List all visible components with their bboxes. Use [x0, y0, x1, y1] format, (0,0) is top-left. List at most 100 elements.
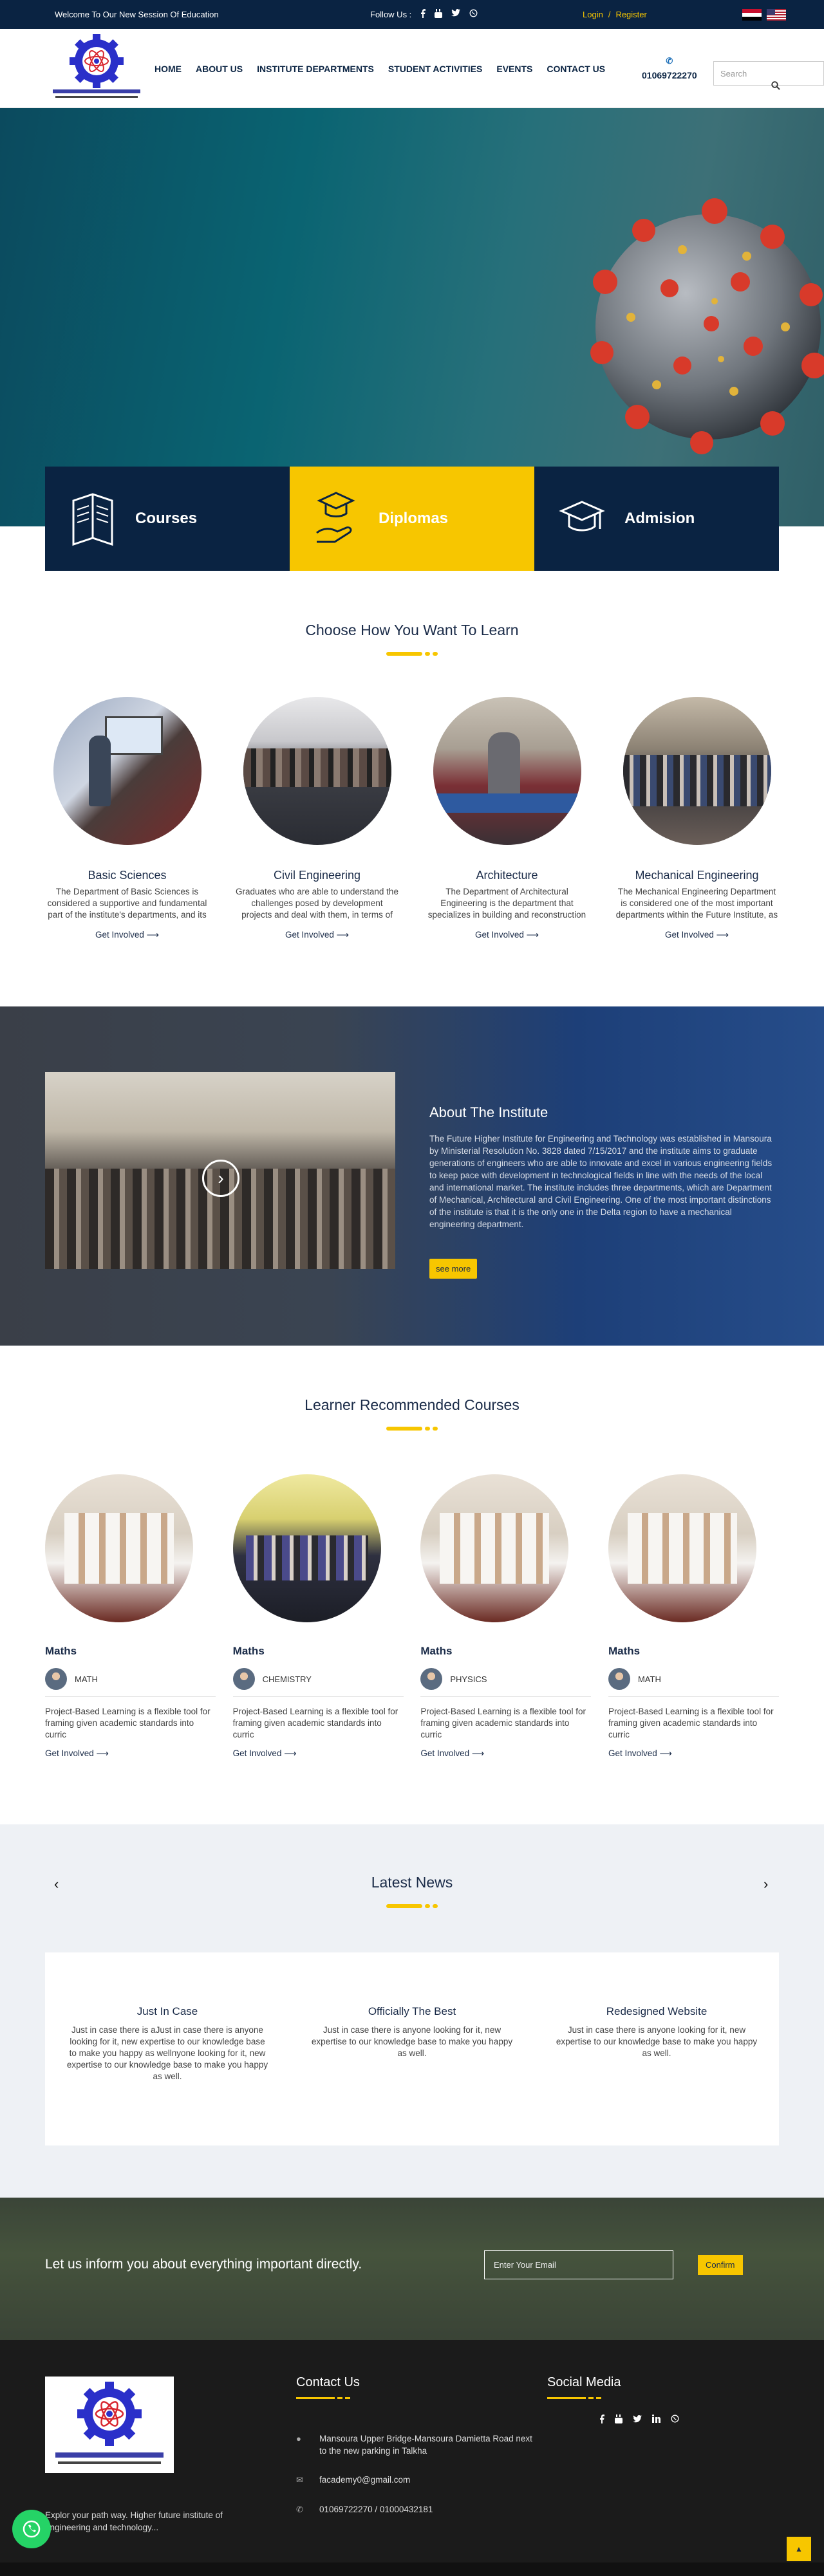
- nav-home[interactable]: HOME: [154, 64, 182, 74]
- youtube-icon[interactable]: [615, 2414, 623, 2425]
- course-card: Maths CHEMISTRY Project-Based Learning i…: [232, 1474, 404, 1759]
- feature-diplomas[interactable]: Diplomas: [290, 467, 534, 571]
- search-input[interactable]: Search: [713, 61, 824, 86]
- teacher-subject: PHYSICS: [450, 1674, 487, 1684]
- confirm-button[interactable]: Confirm: [698, 2255, 743, 2275]
- get-involved-link[interactable]: Get Involved ⟶: [608, 1748, 672, 1759]
- login-link[interactable]: Login: [583, 10, 603, 19]
- nav-student-activities[interactable]: STUDENT ACTIVITIES: [388, 64, 483, 74]
- search-icon[interactable]: [771, 81, 780, 92]
- teacher-subject: CHEMISTRY: [262, 1674, 312, 1684]
- feature-boxes: Courses Diplomas Admision: [45, 467, 779, 571]
- whatsapp-chat-button[interactable]: [12, 2510, 51, 2548]
- about-video[interactable]: ›: [45, 1072, 395, 1269]
- department-photo: [623, 697, 771, 845]
- whatsapp-icon[interactable]: [671, 2414, 679, 2425]
- auth-separator: /: [608, 10, 611, 19]
- department-card: Civil Engineering Graduates who are able…: [235, 697, 399, 941]
- header-phone-number: 01069722270: [642, 70, 697, 80]
- facebook-icon[interactable]: [599, 2414, 604, 2425]
- email-text: facademy0@gmail.com: [319, 2475, 411, 2485]
- top-bar: Welcome To Our New Session Of Education …: [0, 0, 824, 29]
- institute-logo[interactable]: [45, 33, 148, 104]
- site-header: HOME ABOUT US INSTITUTE DEPARTMENTS STUD…: [0, 29, 824, 108]
- news-title: Latest News: [371, 1874, 453, 1891]
- department-desc: The Department of Basic Sciences is cons…: [47, 887, 207, 920]
- avatar: [608, 1668, 630, 1690]
- play-button[interactable]: ›: [202, 1160, 239, 1197]
- course-photo: [420, 1474, 569, 1622]
- contact-phone[interactable]: ✆ 01069722270 / 01000432181: [296, 2503, 433, 2516]
- register-link[interactable]: Register: [615, 10, 646, 19]
- courses-title: Learner Recommended Courses: [304, 1396, 520, 1413]
- news-item[interactable]: Redesigned Website Just in case there is…: [534, 1952, 779, 2145]
- get-involved-link[interactable]: Get Involved ⟶: [45, 1748, 109, 1759]
- department-desc: The Mechanical Engineering Department is…: [615, 887, 778, 920]
- nav-institute-departments[interactable]: INSTITUTE DEPARTMENTS: [257, 64, 374, 74]
- contact-email[interactable]: ✉ facademy0@gmail.com: [296, 2474, 410, 2486]
- email-field[interactable]: Enter Your Email: [484, 2250, 673, 2279]
- subscribe-message: Let us inform you about everything impor…: [45, 2257, 362, 2272]
- see-more-button[interactable]: see more: [429, 1259, 478, 1279]
- header-phone[interactable]: ✆ 01069722270: [642, 56, 697, 80]
- phone-icon: ✆: [296, 2505, 303, 2514]
- graduation-cap-icon: [559, 501, 605, 532]
- avatar: [45, 1668, 67, 1690]
- phone-text: 01069722270 / 01000432181: [319, 2505, 433, 2514]
- footer-logo[interactable]: [45, 2377, 174, 2473]
- follow-label: Follow Us :: [370, 10, 412, 19]
- feature-admision[interactable]: Admision: [534, 467, 779, 571]
- news-item[interactable]: Officially The Best Just in case there i…: [290, 1952, 534, 2145]
- linkedin-icon[interactable]: [652, 2414, 660, 2425]
- department-desc: The Department of Architectural Engineer…: [427, 887, 586, 920]
- whatsapp-icon[interactable]: [469, 9, 478, 20]
- location-icon: ●: [296, 2434, 301, 2443]
- get-involved-link[interactable]: Get Involved ⟶: [475, 930, 539, 940]
- social-title: Social Media: [547, 2375, 621, 2389]
- course-photo: [608, 1474, 756, 1622]
- nav-contact-us[interactable]: CONTACT US: [547, 64, 605, 74]
- auth-links: Login / Register: [583, 10, 647, 19]
- get-involved-link[interactable]: Get Involved ⟶: [285, 930, 349, 940]
- course-desc: Project-Based Learning is a flexible too…: [45, 1707, 211, 1739]
- twitter-icon[interactable]: [451, 9, 461, 20]
- subscribe-section: Let us inform you about everything impor…: [0, 2198, 824, 2340]
- main-nav: HOME ABOUT US INSTITUTE DEPARTMENTS STUD…: [154, 29, 605, 108]
- phone-icon: ✆: [666, 56, 673, 66]
- get-involved-link[interactable]: Get Involved ⟶: [420, 1748, 484, 1759]
- about-title: About The Institute: [429, 1104, 548, 1120]
- department-name: Mechanical Engineering: [635, 869, 759, 882]
- chevron-right-icon[interactable]: ›: [763, 1876, 768, 1893]
- egypt-flag-icon[interactable]: [742, 8, 762, 21]
- department-photo: [53, 697, 201, 845]
- youtube-icon[interactable]: [435, 9, 443, 20]
- courses-section: Learner Recommended Courses Maths MATH P…: [0, 1396, 824, 1758]
- search-placeholder: Search: [720, 68, 747, 79]
- get-involved-link[interactable]: Get Involved ⟶: [233, 1748, 297, 1759]
- feature-courses[interactable]: Courses: [45, 467, 290, 571]
- title-underline: [386, 1904, 438, 1908]
- facebook-icon[interactable]: [420, 9, 426, 20]
- twitter-icon[interactable]: [633, 2414, 642, 2425]
- us-flag-icon[interactable]: [767, 8, 786, 21]
- teacher-subject: MATH: [75, 1674, 98, 1684]
- certificate-hand-icon: [316, 492, 355, 543]
- site-footer: Explor your path way. Higher future inst…: [0, 2340, 824, 2576]
- back-to-top-button[interactable]: ▲: [787, 2537, 811, 2561]
- avatar: [420, 1668, 443, 1690]
- course-photo: [232, 1474, 381, 1622]
- language-switcher: [742, 8, 786, 21]
- nav-about-us[interactable]: ABOUT US: [196, 64, 243, 74]
- get-involved-link[interactable]: Get Involved ⟶: [665, 930, 729, 940]
- chevron-left-icon[interactable]: ‹: [54, 1876, 59, 1893]
- course-title: Maths: [45, 1645, 77, 1657]
- follow-us: Follow Us :: [370, 9, 478, 20]
- title-underline: [296, 2397, 350, 2400]
- course-teacher: MATH: [45, 1668, 216, 1697]
- course-title: Maths: [420, 1645, 453, 1657]
- footer-bottom-strip: [0, 2562, 824, 2576]
- get-involved-link[interactable]: Get Involved ⟶: [95, 930, 159, 940]
- about-section: › About The Institute The Future Higher …: [0, 1006, 824, 1346]
- news-item[interactable]: Just In Case Just in case there is aJust…: [45, 1952, 290, 2145]
- nav-events[interactable]: EVENTS: [496, 64, 532, 74]
